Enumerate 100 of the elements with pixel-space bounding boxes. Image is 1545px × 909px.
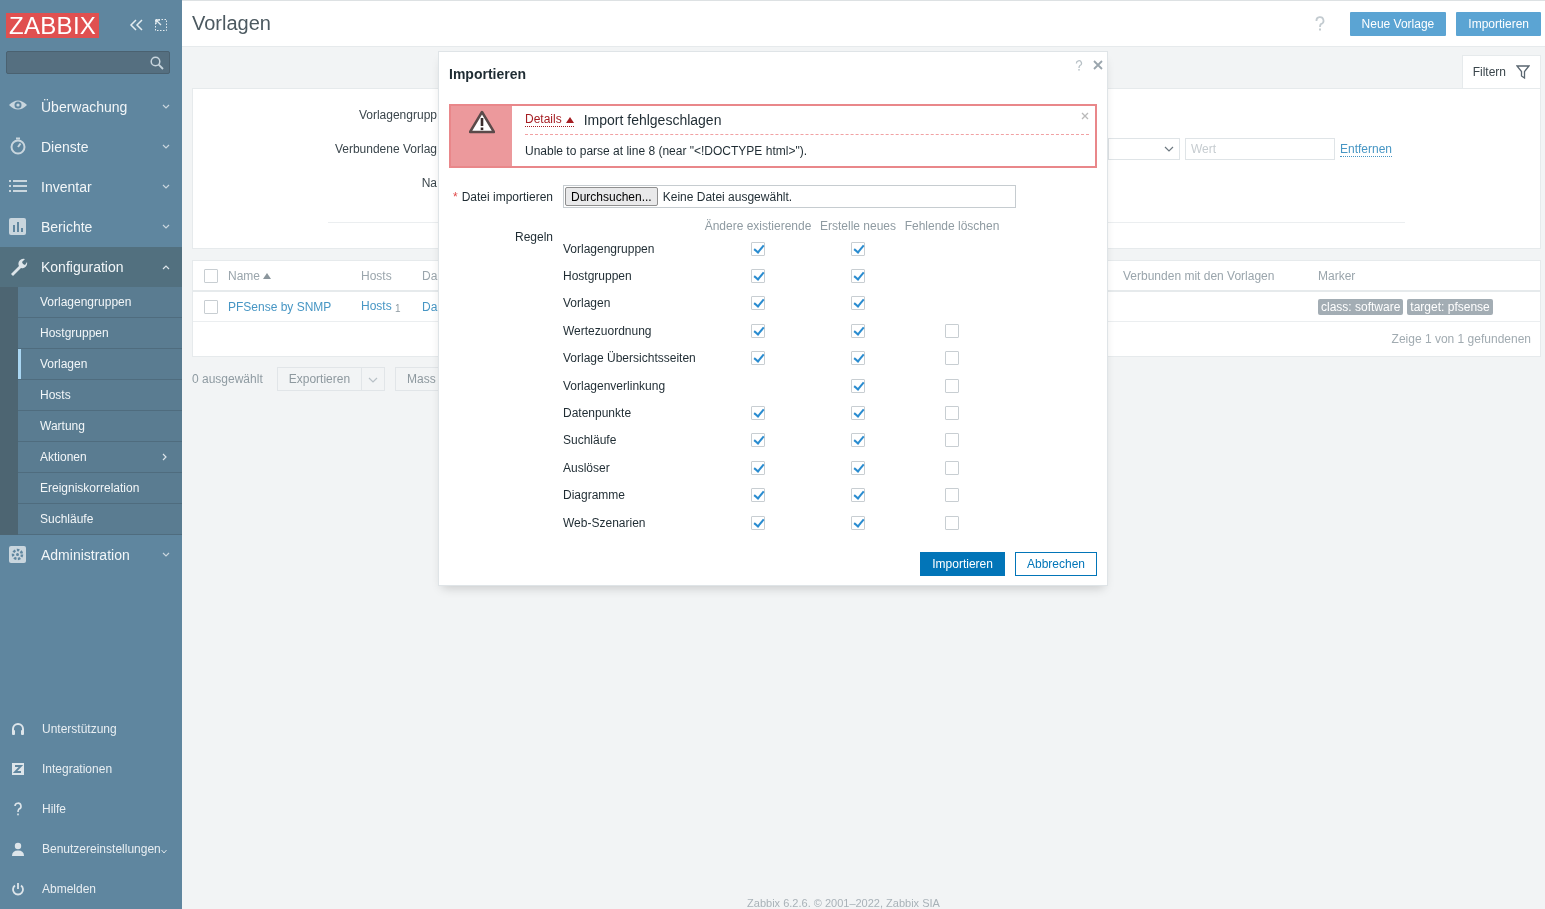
chevron-icon — [162, 104, 170, 110]
checkbox[interactable] — [751, 406, 765, 421]
checkbox[interactable] — [751, 296, 765, 311]
dialog-title: Importieren — [449, 66, 526, 84]
headset-icon — [10, 721, 26, 737]
rule-label: Vorlagengruppen — [563, 240, 656, 258]
checkbox[interactable] — [851, 433, 865, 448]
checkbox[interactable] — [851, 460, 865, 475]
chevron-icon — [162, 184, 170, 190]
checkbox[interactable] — [751, 241, 765, 256]
menu-item[interactable]: Administration — [0, 535, 182, 575]
checkbox[interactable] — [751, 351, 765, 366]
rule-label: Suchläufe — [563, 432, 618, 450]
fullscreen-icon — [154, 18, 168, 32]
file-name: Keine Datei ausgewählt. — [662, 189, 793, 204]
checkbox[interactable] — [851, 296, 865, 311]
menu-item[interactable]: Berichte — [0, 207, 182, 247]
column-header: Ändere existierende — [703, 219, 813, 233]
menu-item[interactable]: Inventar — [0, 167, 182, 207]
column-header[interactable]: Name — [228, 261, 361, 290]
file-field[interactable]: Durchsuchen... Keine Datei ausgewählt. — [563, 185, 1016, 208]
checkbox[interactable] — [851, 351, 865, 366]
field-label: Regeln — [513, 229, 554, 244]
checkbox[interactable] — [203, 299, 218, 314]
header-button[interactable]: Neue Vorlage — [1349, 11, 1447, 36]
column-header[interactable]: Verbunden mit den Vorlagen — [1123, 261, 1318, 290]
rule-label: Vorlagen — [563, 295, 612, 313]
dialog-button[interactable]: Importieren — [920, 552, 1005, 577]
chevron-icon — [162, 264, 170, 270]
z-icon — [10, 761, 26, 777]
submenu-item[interactable]: Wartung — [18, 411, 182, 442]
checkbox[interactable] — [945, 323, 959, 338]
template-link[interactable]: PFSense by SNMP — [228, 299, 332, 314]
submenu-item[interactable]: Hostgruppen — [18, 318, 182, 349]
submenu-item[interactable]: Suchläufe — [18, 504, 182, 535]
checkbox[interactable] — [945, 488, 959, 503]
column-header: Fehlende löschen — [903, 219, 1001, 233]
checkbox[interactable] — [851, 378, 865, 393]
dialog-button[interactable]: Abbrechen — [1014, 552, 1097, 577]
chevron-icon — [162, 453, 168, 461]
checkbox[interactable] — [203, 268, 218, 283]
checkbox[interactable] — [851, 406, 865, 421]
rule-label: Wertezuordnung — [563, 322, 653, 340]
close-icon — [1093, 60, 1103, 70]
checkbox[interactable] — [751, 488, 765, 503]
filter-tab[interactable]: Filtern — [1461, 55, 1541, 88]
rule-label: Hostgruppen — [563, 268, 633, 286]
menu-item[interactable]: Abmelden — [0, 869, 182, 909]
column-header[interactable]: Hosts — [361, 261, 422, 290]
checkbox[interactable] — [751, 323, 765, 338]
menu-item[interactable]: Dienste — [0, 127, 182, 167]
browse-button[interactable]: Durchsuchen... — [565, 187, 658, 206]
submenu-item[interactable]: Hosts — [18, 380, 182, 411]
remove-link[interactable]: Entfernen — [1340, 141, 1393, 157]
submenu-item[interactable]: Ereigniskorrelation — [18, 473, 182, 504]
close-icon — [1081, 112, 1089, 120]
checkbox[interactable] — [751, 433, 765, 448]
search-field[interactable] — [6, 51, 170, 74]
checkbox[interactable] — [945, 351, 959, 366]
filter-label: Na — [420, 176, 437, 190]
checkbox[interactable] — [945, 378, 959, 393]
header-button[interactable]: Importieren — [1456, 11, 1541, 36]
checkbox[interactable] — [851, 269, 865, 284]
search-icon — [150, 55, 164, 70]
collapse-icon — [128, 18, 144, 32]
menu-item[interactable]: Konfiguration — [0, 247, 182, 287]
checkbox[interactable] — [945, 433, 959, 448]
submenu-item[interactable]: Vorlagen — [18, 349, 182, 380]
select-field[interactable] — [1108, 138, 1180, 160]
required-mark: * — [452, 189, 458, 204]
bar-chart-icon — [8, 217, 28, 237]
checkbox[interactable] — [751, 460, 765, 475]
checkbox[interactable] — [851, 488, 865, 503]
details-link[interactable]: Details — [525, 113, 574, 127]
checkbox[interactable] — [945, 515, 959, 530]
checkbox[interactable] — [851, 323, 865, 338]
menu-item[interactable]: Benutzereinstellungen — [0, 829, 182, 869]
checkbox[interactable] — [851, 241, 865, 256]
menu-item[interactable]: Unterstützung — [0, 709, 182, 749]
column-header[interactable]: Marker — [1318, 261, 1540, 290]
rule-label: Vorlage Übersichtsseiten — [563, 350, 697, 368]
filter-label: Vorlagengrupp — [357, 108, 437, 122]
value-field[interactable]: Wert — [1185, 138, 1335, 160]
checkbox[interactable] — [751, 269, 765, 284]
menu-item[interactable]: Integrationen — [0, 749, 182, 789]
menu-item[interactable]: Überwachung — [0, 87, 182, 127]
checkbox[interactable] — [945, 406, 959, 421]
rule-label: Vorlagenverlinkung — [563, 377, 667, 395]
menu-item[interactable]: Hilfe — [0, 789, 182, 829]
sort-arrow-icon — [263, 272, 271, 279]
submenu-item[interactable]: Aktionen — [18, 442, 182, 473]
checkbox[interactable] — [945, 460, 959, 475]
logo[interactable]: ZABBIX — [6, 12, 100, 38]
checkbox[interactable] — [851, 515, 865, 530]
copyright-text: Zabbix 6.2.6. © 2001–2022, Zabbix SIA — [746, 897, 941, 909]
table-link[interactable]: Da — [422, 299, 438, 314]
submenu-item[interactable]: Vorlagengruppen — [18, 287, 182, 318]
checkbox[interactable] — [751, 515, 765, 530]
page-title: Vorlagen — [192, 12, 271, 35]
tag: target: pfsense — [1407, 298, 1493, 315]
